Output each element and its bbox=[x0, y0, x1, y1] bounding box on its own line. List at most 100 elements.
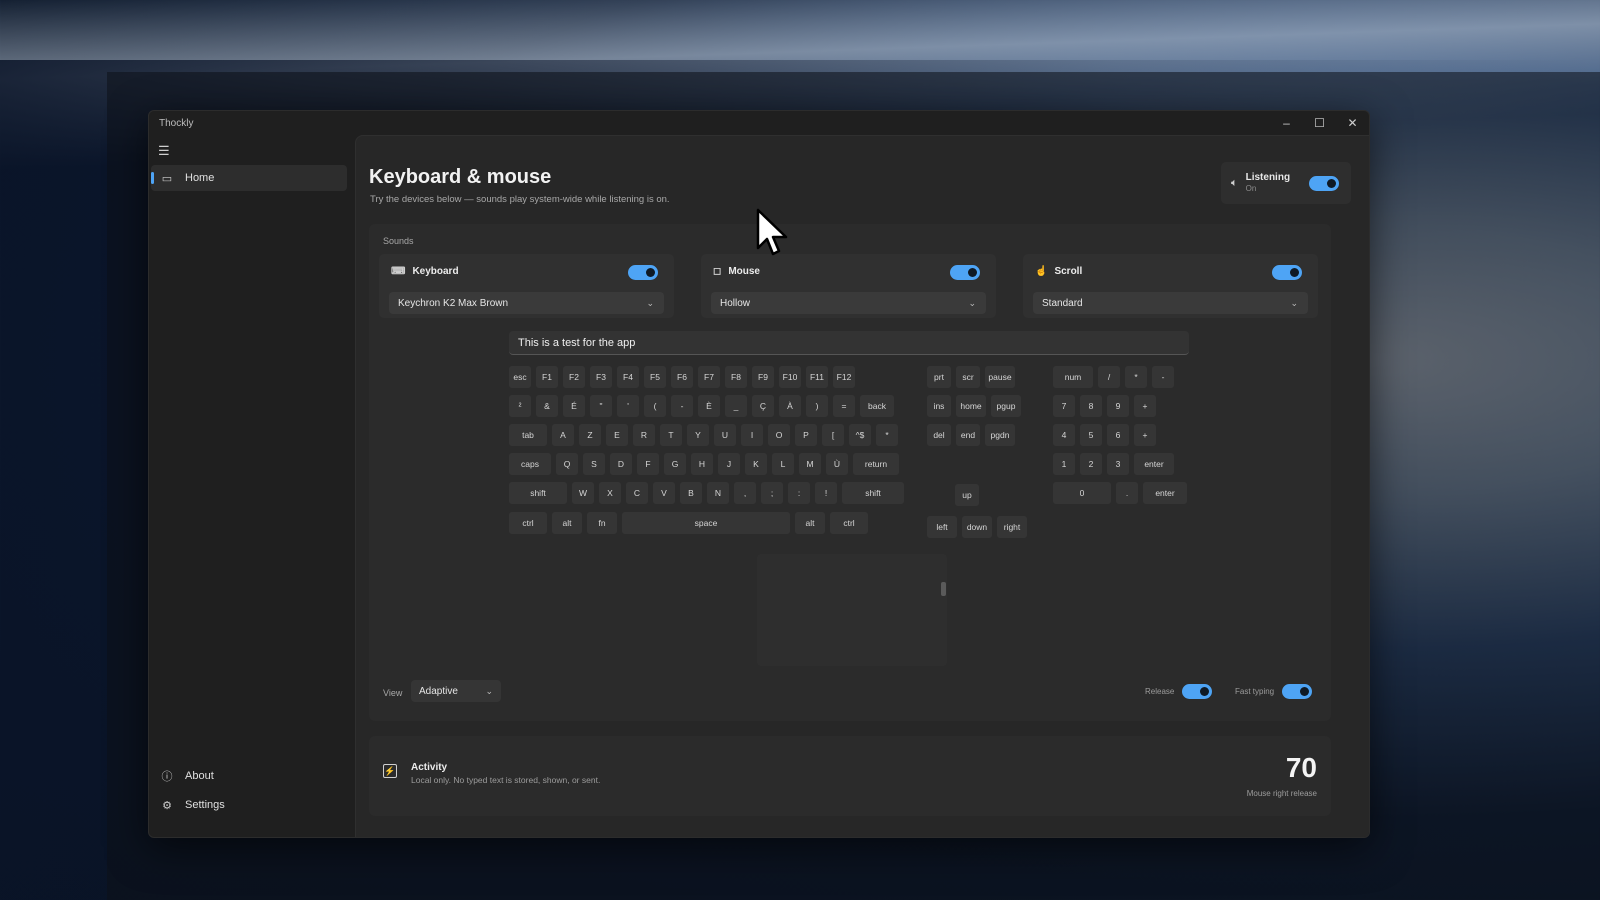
key[interactable]: A bbox=[552, 424, 574, 446]
key[interactable]: alt bbox=[552, 512, 582, 534]
keyboard-toggle[interactable] bbox=[628, 265, 658, 280]
key[interactable]: alt bbox=[795, 512, 825, 534]
key[interactable]: V bbox=[653, 482, 675, 504]
keyboard-profile-select[interactable]: Keychron K2 Max Brown ⌄ bbox=[389, 292, 664, 314]
key[interactable]: Y bbox=[687, 424, 709, 446]
key[interactable]: J bbox=[718, 453, 740, 475]
key[interactable]: left bbox=[927, 516, 957, 538]
key[interactable]: num bbox=[1053, 366, 1093, 388]
key[interactable]: * bbox=[876, 424, 898, 446]
key[interactable]: 8 bbox=[1080, 395, 1102, 417]
key[interactable]: prt bbox=[927, 366, 951, 388]
key[interactable]: = bbox=[833, 395, 855, 417]
key[interactable]: pgup bbox=[991, 395, 1021, 417]
mouse-profile-select[interactable]: Hollow ⌄ bbox=[711, 292, 986, 314]
key[interactable]: F9 bbox=[752, 366, 774, 388]
key[interactable]: esc bbox=[509, 366, 531, 388]
key[interactable]: 0 bbox=[1053, 482, 1111, 504]
key[interactable]: P bbox=[795, 424, 817, 446]
key[interactable]: H bbox=[691, 453, 713, 475]
key[interactable]: + bbox=[1134, 395, 1156, 417]
key[interactable]: caps bbox=[509, 453, 551, 475]
key[interactable]: K bbox=[745, 453, 767, 475]
key[interactable]: , bbox=[734, 482, 756, 504]
key[interactable]: end bbox=[956, 424, 980, 446]
key[interactable]: R bbox=[633, 424, 655, 446]
key[interactable]: - bbox=[671, 395, 693, 417]
key[interactable]: . bbox=[1116, 482, 1138, 504]
key[interactable]: F4 bbox=[617, 366, 639, 388]
key[interactable]: ) bbox=[806, 395, 828, 417]
key[interactable]: 9 bbox=[1107, 395, 1129, 417]
key[interactable]: 2 bbox=[1080, 453, 1102, 475]
key[interactable]: enter bbox=[1143, 482, 1187, 504]
key[interactable]: L bbox=[772, 453, 794, 475]
scroll-profile-select[interactable]: Standard ⌄ bbox=[1033, 292, 1308, 314]
key[interactable]: S bbox=[583, 453, 605, 475]
key[interactable]: M bbox=[799, 453, 821, 475]
key[interactable]: ( bbox=[644, 395, 666, 417]
key[interactable]: F1 bbox=[536, 366, 558, 388]
touchpad-scroll-bar[interactable] bbox=[941, 582, 946, 596]
key[interactable]: [ bbox=[822, 424, 844, 446]
key[interactable]: È bbox=[698, 395, 720, 417]
key[interactable]: scr bbox=[956, 366, 980, 388]
key[interactable]: tab bbox=[509, 424, 547, 446]
key[interactable]: 3 bbox=[1107, 453, 1129, 475]
key[interactable]: Ù bbox=[826, 453, 848, 475]
key[interactable]: U bbox=[714, 424, 736, 446]
key[interactable]: right bbox=[997, 516, 1027, 538]
key[interactable]: I bbox=[741, 424, 763, 446]
key[interactable]: ctrl bbox=[509, 512, 547, 534]
key[interactable]: O bbox=[768, 424, 790, 446]
key[interactable]: F2 bbox=[563, 366, 585, 388]
key[interactable]: N bbox=[707, 482, 729, 504]
key[interactable]: F10 bbox=[779, 366, 801, 388]
key[interactable]: - bbox=[1152, 366, 1174, 388]
key[interactable]: 5 bbox=[1080, 424, 1102, 446]
key[interactable]: G bbox=[664, 453, 686, 475]
key[interactable]: shift bbox=[842, 482, 904, 504]
key[interactable]: pgdn bbox=[985, 424, 1015, 446]
key[interactable]: F11 bbox=[806, 366, 828, 388]
key[interactable]: pause bbox=[985, 366, 1015, 388]
key[interactable]: F3 bbox=[590, 366, 612, 388]
key[interactable]: enter bbox=[1134, 453, 1174, 475]
key[interactable]: 4 bbox=[1053, 424, 1075, 446]
key[interactable]: ² bbox=[509, 395, 531, 417]
key[interactable]: : bbox=[788, 482, 810, 504]
view-select[interactable]: Adaptive ⌄ bbox=[411, 680, 501, 702]
key[interactable]: 1 bbox=[1053, 453, 1075, 475]
key[interactable]: F5 bbox=[644, 366, 666, 388]
scroll-toggle[interactable] bbox=[1272, 265, 1302, 280]
key[interactable]: / bbox=[1098, 366, 1120, 388]
key[interactable]: ; bbox=[761, 482, 783, 504]
key[interactable]: down bbox=[962, 516, 992, 538]
key[interactable]: F8 bbox=[725, 366, 747, 388]
key[interactable]: _ bbox=[725, 395, 747, 417]
key[interactable]: ' bbox=[617, 395, 639, 417]
key[interactable]: space bbox=[622, 512, 790, 534]
key[interactable]: + bbox=[1134, 424, 1156, 446]
close-button[interactable]: ✕ bbox=[1336, 111, 1369, 135]
key[interactable]: F12 bbox=[833, 366, 855, 388]
key[interactable]: up bbox=[955, 484, 979, 506]
key[interactable]: del bbox=[927, 424, 951, 446]
key[interactable]: shift bbox=[509, 482, 567, 504]
key[interactable]: Q bbox=[556, 453, 578, 475]
maximize-button[interactable]: ☐ bbox=[1303, 111, 1336, 135]
sidebar-item-about[interactable]: ⓘ About bbox=[151, 763, 347, 789]
key[interactable]: F7 bbox=[698, 366, 720, 388]
key[interactable]: À bbox=[779, 395, 801, 417]
key[interactable]: return bbox=[853, 453, 899, 475]
key[interactable]: C bbox=[626, 482, 648, 504]
fast-typing-toggle[interactable] bbox=[1282, 684, 1313, 699]
key[interactable]: T bbox=[660, 424, 682, 446]
key[interactable]: * bbox=[1125, 366, 1147, 388]
key[interactable]: 7 bbox=[1053, 395, 1075, 417]
key[interactable]: & bbox=[536, 395, 558, 417]
key[interactable]: F6 bbox=[671, 366, 693, 388]
listening-toggle[interactable] bbox=[1309, 176, 1339, 191]
key[interactable]: ins bbox=[927, 395, 951, 417]
key[interactable]: 6 bbox=[1107, 424, 1129, 446]
